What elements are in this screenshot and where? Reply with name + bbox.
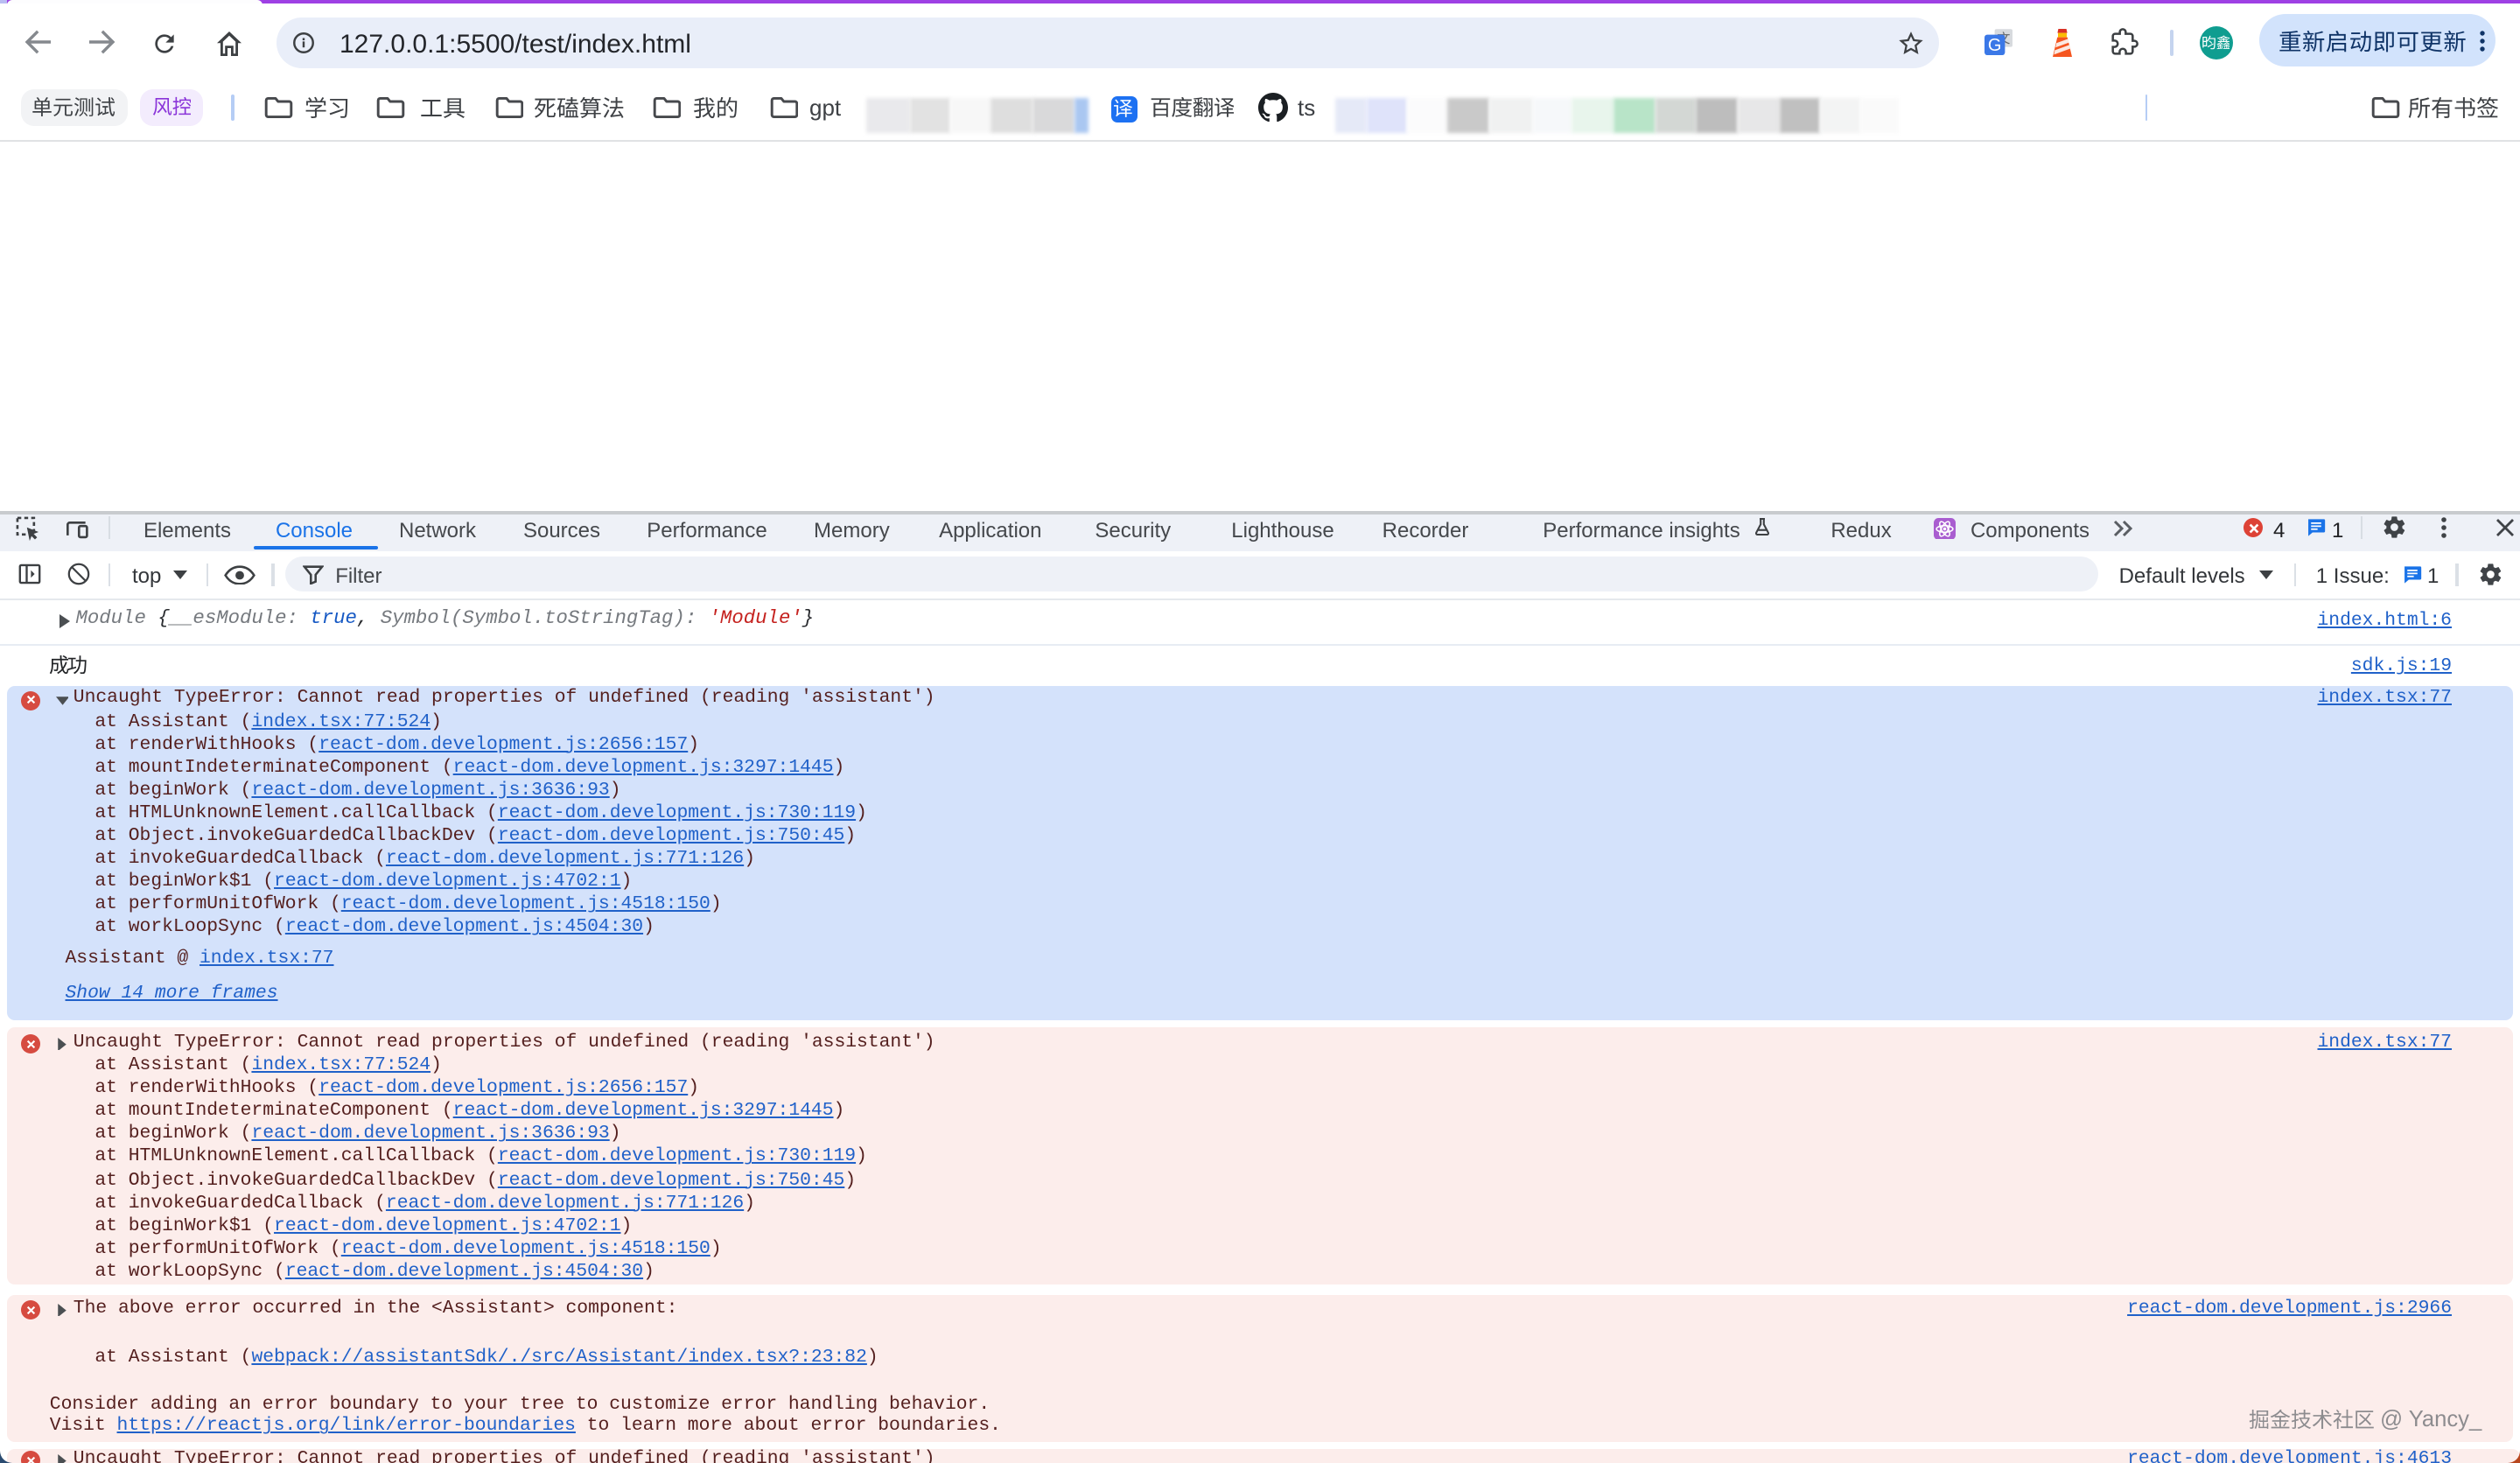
svg-text:G: G <box>1987 36 2001 55</box>
